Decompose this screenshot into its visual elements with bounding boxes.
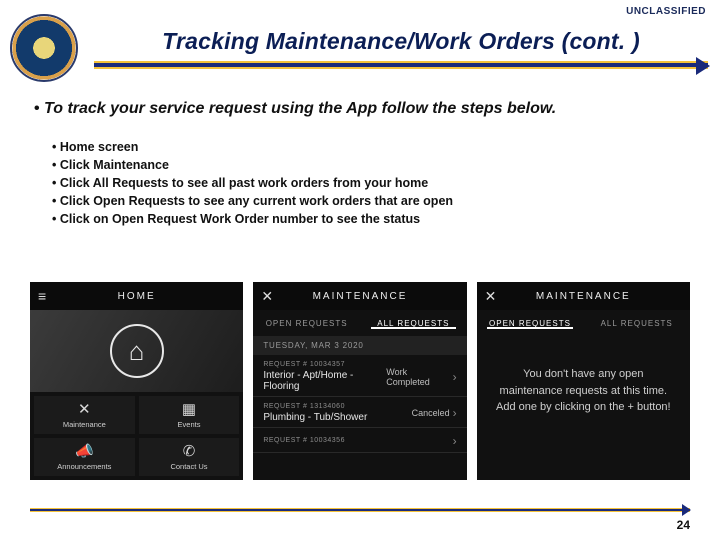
- content-area: To track your service request using the …: [0, 98, 720, 228]
- request-name: Plumbing - Tub/Shower: [263, 412, 367, 423]
- tab-all-requests[interactable]: ALL REQUESTS: [360, 319, 467, 328]
- step-item: Home screen: [52, 138, 686, 156]
- request-status: Canceled: [412, 406, 457, 420]
- phone-header-title: MAINTENANCE: [536, 291, 631, 302]
- tile-contact-us[interactable]: ✆ Contact Us: [139, 438, 240, 476]
- step-item: Click on Open Request Work Order number …: [52, 210, 686, 228]
- house-icon: ⌂: [110, 324, 164, 378]
- tile-announcements[interactable]: 📣 Announcements: [34, 438, 135, 476]
- close-icon[interactable]: ✕: [261, 288, 275, 305]
- phone-open-requests: ✕ MAINTENANCE OPEN REQUESTS ALL REQUESTS…: [477, 282, 690, 480]
- empty-state-message: You don't have any open maintenance requ…: [477, 336, 690, 446]
- phone-header-title: HOME: [118, 291, 156, 302]
- megaphone-icon: 📣: [75, 444, 94, 459]
- phone-all-requests: ✕ MAINTENANCE OPEN REQUESTS ALL REQUESTS…: [253, 282, 466, 480]
- tab-open-requests[interactable]: OPEN REQUESTS: [253, 319, 360, 328]
- request-number: REQUEST # 10034356: [263, 437, 345, 444]
- phone-header: ✕ MAINTENANCE: [253, 282, 466, 310]
- request-name: Interior - Apt/Home - Flooring: [263, 370, 386, 392]
- title-rule-arrow: [94, 61, 708, 69]
- page-number: 24: [677, 518, 690, 532]
- tile-label: Announcements: [57, 462, 111, 471]
- step-item: Click Open Requests to see any current w…: [52, 192, 686, 210]
- slide-header: Tracking Maintenance/Work Orders (cont. …: [0, 14, 720, 82]
- phone-header: ✕ MAINTENANCE: [477, 282, 690, 310]
- tab-all-requests[interactable]: ALL REQUESTS: [583, 319, 690, 328]
- lead-bullet: To track your service request using the …: [34, 98, 686, 120]
- screenshots-row: ≡ HOME ⌂ ✕ Maintenance ▦ Events 📣 Announ…: [30, 282, 690, 480]
- date-section-label: TUESDAY, MAR 3 2020: [253, 336, 466, 355]
- steps-list: Home screen Click Maintenance Click All …: [34, 138, 686, 229]
- request-row[interactable]: REQUEST # 10034357 Interior - Apt/Home -…: [253, 355, 466, 397]
- phone-header: ≡ HOME: [30, 282, 243, 310]
- home-hero: ⌂: [30, 310, 243, 392]
- home-tile-grid: ✕ Maintenance ▦ Events 📣 Announcements ✆…: [30, 392, 243, 480]
- phone-header-title: MAINTENANCE: [313, 291, 408, 302]
- step-item: Click Maintenance: [52, 156, 686, 174]
- step-item: Click All Requests to see all past work …: [52, 174, 686, 192]
- slide-title: Tracking Maintenance/Work Orders (cont. …: [94, 28, 708, 55]
- tile-label: Events: [178, 420, 201, 429]
- tile-maintenance[interactable]: ✕ Maintenance: [34, 396, 135, 434]
- request-number: REQUEST # 10034357: [263, 361, 386, 368]
- close-icon[interactable]: ✕: [485, 288, 499, 305]
- phone-icon: ✆: [183, 444, 196, 459]
- requests-tabs: OPEN REQUESTS ALL REQUESTS: [477, 310, 690, 336]
- requests-tabs: OPEN REQUESTS ALL REQUESTS: [253, 310, 466, 336]
- tile-label: Maintenance: [63, 420, 106, 429]
- calendar-icon: ▦: [182, 402, 196, 417]
- menu-icon[interactable]: ≡: [38, 288, 48, 304]
- request-row[interactable]: REQUEST # 13134060 Plumbing - Tub/Shower…: [253, 397, 466, 428]
- footer-rule-arrow: [30, 508, 690, 512]
- tile-events[interactable]: ▦ Events: [139, 396, 240, 434]
- navy-seal-logo: [10, 14, 78, 82]
- wrench-icon: ✕: [78, 402, 91, 417]
- tile-label: Contact Us: [170, 462, 207, 471]
- tab-open-requests[interactable]: OPEN REQUESTS: [477, 319, 584, 328]
- request-row[interactable]: REQUEST # 10034356: [253, 428, 466, 453]
- phone-home: ≡ HOME ⌂ ✕ Maintenance ▦ Events 📣 Announ…: [30, 282, 243, 480]
- request-number: REQUEST # 13134060: [263, 403, 367, 410]
- request-status: [453, 434, 457, 448]
- request-status: Work Completed: [386, 367, 456, 387]
